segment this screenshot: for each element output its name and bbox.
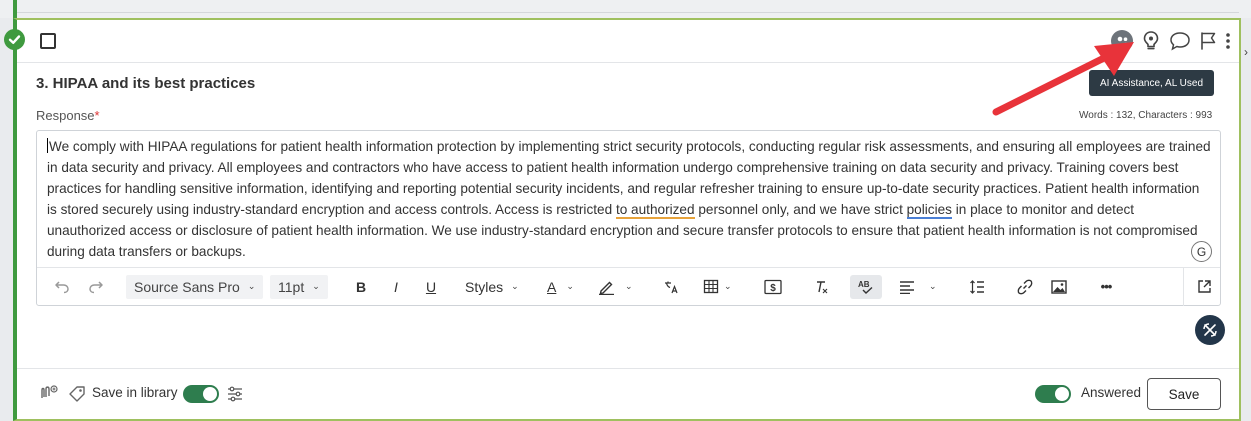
response-editor[interactable]: We comply with HIPAA regulations for pat… (36, 130, 1221, 306)
ai-assist-fab-icon[interactable] (1195, 315, 1225, 345)
response-label-text: Response (36, 108, 95, 123)
chevron-down-icon: ⌄ (929, 281, 937, 291)
collapse-panel-icon[interactable]: › (1241, 40, 1251, 64)
editor-toolbar: Source Sans Pro ⌄ 11pt ⌄ B I U Styles ⌄ … (37, 267, 1220, 306)
text-caret (47, 138, 48, 153)
currency-icon[interactable]: $ (762, 275, 784, 299)
question-card: 3. HIPAA and its best practices AI Assis… (13, 18, 1241, 421)
clear-format-icon[interactable] (810, 275, 832, 299)
font-size-value: 11pt (278, 278, 305, 295)
chevron-down-icon: ⌄ (312, 281, 320, 291)
align-select[interactable]: ⌄ (899, 275, 937, 299)
grammar-flag-blue[interactable]: policies (906, 202, 952, 219)
word-character-counter: Words : 132, Characters : 993 (1079, 110, 1213, 121)
spellcheck-icon[interactable]: AB (850, 274, 882, 299)
answered-toggle[interactable] (1035, 385, 1071, 403)
collaborators-icon[interactable] (1111, 30, 1133, 52)
divider (17, 12, 1239, 13)
status-bar (13, 0, 17, 18)
question-title: 3. HIPAA and its best practices (36, 75, 256, 92)
chevron-down-icon: ⌄ (247, 281, 256, 291)
checkbox-icon[interactable] (40, 33, 56, 49)
card-actions (1111, 30, 1231, 52)
previous-card-strip (0, 0, 1251, 18)
settings-sliders-icon[interactable] (225, 384, 245, 404)
grammar-flag-orange[interactable]: to authorized (615, 202, 695, 219)
table-icon (703, 279, 719, 294)
kebab-menu-icon[interactable] (1225, 32, 1231, 50)
header-divider (17, 62, 1239, 63)
response-text[interactable]: We comply with HIPAA regulations for pat… (47, 136, 1212, 262)
save-button[interactable]: Save (1147, 378, 1221, 410)
line-spacing-icon[interactable] (966, 275, 988, 299)
required-mark: * (94, 108, 100, 123)
italic-button[interactable]: I (385, 275, 407, 299)
font-family-value: Source Sans Pro (134, 278, 240, 295)
font-color-select[interactable]: A ⌄ (547, 275, 574, 299)
translate-icon[interactable] (660, 275, 682, 299)
flag-icon[interactable] (1199, 31, 1217, 51)
card-footer: Save in library Answered Save (17, 369, 1239, 419)
svg-text:AB: AB (858, 280, 870, 289)
page: 3. HIPAA and its best practices AI Assis… (0, 0, 1251, 421)
toolbar-divider (1183, 268, 1184, 306)
font-size-select[interactable]: 11pt ⌄ (270, 274, 328, 299)
toggle-knob (203, 387, 217, 401)
chevron-down-icon: ⌄ (625, 281, 633, 291)
response-label: Response* (36, 108, 100, 123)
font-color-icon: A (547, 278, 557, 295)
chevron-down-icon: ⌄ (566, 281, 574, 291)
grammar-badge[interactable]: G (1191, 241, 1212, 262)
align-icon (900, 280, 914, 294)
bold-button[interactable]: B (350, 275, 372, 299)
ai-assistance-icon[interactable] (1141, 30, 1161, 52)
undo-icon[interactable] (51, 275, 73, 299)
link-icon[interactable] (1014, 275, 1036, 299)
table-select[interactable]: ⌄ (703, 275, 732, 299)
response-text-part-2: personnel only, and we have strict (694, 202, 907, 217)
save-in-library-toggle[interactable] (183, 385, 219, 403)
svg-text:$: $ (770, 283, 776, 294)
save-in-library-label: Save in library (92, 385, 178, 400)
tag-icon[interactable] (67, 384, 87, 404)
font-family-select[interactable]: Source Sans Pro ⌄ (126, 274, 264, 299)
highlight-select[interactable]: ⌄ (598, 275, 633, 299)
comment-icon[interactable] (1169, 31, 1191, 51)
chevron-down-icon: ⌄ (511, 281, 519, 291)
ai-assistance-tooltip: AI Assistance, AL Used (1089, 70, 1214, 96)
underline-button[interactable]: U (420, 275, 442, 299)
more-options-button[interactable]: ••• (1092, 275, 1120, 299)
expand-icon[interactable] (1193, 275, 1215, 299)
styles-label: Styles (465, 278, 504, 295)
chevron-down-icon: ⌄ (724, 281, 732, 291)
highlight-icon (599, 281, 614, 295)
check-circle-icon (4, 29, 25, 50)
styles-select[interactable]: Styles ⌄ (465, 275, 519, 299)
image-icon[interactable] (1048, 275, 1070, 299)
answered-label: Answered (1081, 385, 1142, 400)
toggle-knob (1055, 387, 1069, 401)
redo-icon[interactable] (85, 275, 107, 299)
attachment-icon[interactable] (37, 384, 59, 404)
